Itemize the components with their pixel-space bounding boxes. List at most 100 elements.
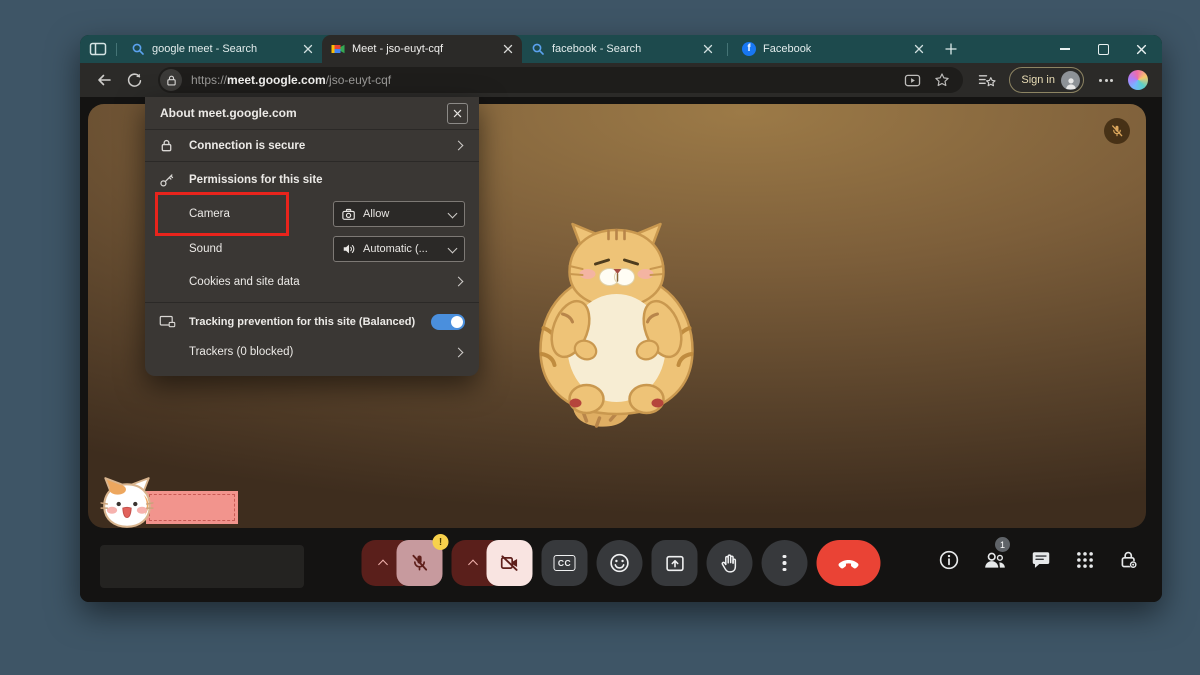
camera-off-icon: [500, 553, 520, 573]
window-controls: [1046, 35, 1160, 63]
popup-close-button[interactable]: [447, 103, 468, 124]
speaker-icon: [342, 242, 356, 256]
more-options-button[interactable]: [762, 540, 808, 586]
tab-close-icon[interactable]: [303, 44, 313, 54]
camera-icon: [342, 208, 356, 221]
sound-permission-value: Automatic (...: [363, 243, 442, 255]
favorites-list-icon[interactable]: [973, 67, 1001, 93]
trackers-row[interactable]: Trackers (0 blocked): [145, 337, 479, 367]
divider: [145, 302, 479, 303]
new-tab-icon[interactable]: [945, 43, 957, 55]
cc-icon: CC: [554, 555, 575, 571]
tab-close-icon[interactable]: [703, 44, 713, 54]
reactions-button[interactable]: [597, 540, 643, 586]
connection-secure-row[interactable]: Connection is secure: [145, 130, 479, 161]
raise-hand-button[interactable]: [707, 540, 753, 586]
smiley-icon: [609, 552, 631, 574]
camera-control-group: [452, 540, 533, 586]
permissions-header-row: Permissions for this site: [145, 165, 479, 195]
camera-permission-value: Allow: [363, 208, 442, 220]
captions-button[interactable]: CC: [542, 540, 588, 586]
tab-meet-active[interactable]: Meet - jso-euyt-cqf: [322, 35, 522, 63]
tracking-toggle[interactable]: [431, 314, 465, 330]
mic-off-icon: [410, 553, 430, 573]
popup-title: About meet.google.com: [160, 106, 297, 120]
tab-title: Meet - jso-euyt-cqf: [352, 43, 496, 55]
site-info-popup: About meet.google.com Connection is secu…: [145, 97, 479, 376]
tab-bar: google meet - Search Meet - jso-euyt-cqf…: [80, 35, 1162, 63]
settings-more-icon[interactable]: [1092, 79, 1120, 82]
copilot-icon[interactable]: [1128, 70, 1148, 90]
cookies-row[interactable]: Cookies and site data: [145, 265, 479, 298]
restore-button[interactable]: [1084, 35, 1122, 63]
chevron-right-icon: [454, 277, 464, 287]
tab-facebook[interactable]: f Facebook: [733, 35, 933, 63]
permissions-header: Permissions for this site: [189, 174, 323, 186]
tracking-prevention-row: Tracking prevention for this site (Balan…: [145, 307, 479, 337]
connection-label: Connection is secure: [189, 140, 305, 152]
chat-icon: [1030, 549, 1052, 571]
address-bar[interactable]: https://meet.google.com/jso-euyt-cqf: [158, 67, 963, 93]
mic-toggle-button[interactable]: !: [397, 540, 443, 586]
sticker-banner: [146, 491, 238, 524]
present-button[interactable]: [652, 540, 698, 586]
chevron-up-icon: [378, 560, 388, 570]
favorite-star-icon[interactable]: [929, 69, 955, 91]
key-icon: [159, 172, 176, 188]
url-text: https://meet.google.com/jso-euyt-cqf: [191, 73, 391, 87]
vertical-dots-icon: [783, 555, 787, 572]
popup-header: About meet.google.com: [145, 97, 479, 129]
search-icon: [531, 42, 545, 56]
search-icon: [131, 42, 145, 56]
tab-separator: [116, 43, 117, 56]
tracking-prevention-icon: [159, 314, 176, 330]
info-icon: [938, 549, 960, 571]
hand-icon: [719, 553, 740, 574]
tab-close-icon[interactable]: [503, 44, 513, 54]
chevron-down-icon: [448, 243, 458, 253]
camera-highlight-annotation: [155, 192, 289, 236]
call-end-icon: [836, 550, 862, 576]
sign-in-button[interactable]: Sign in: [1009, 67, 1084, 93]
present-icon: [664, 553, 685, 574]
chevron-right-icon: [454, 347, 464, 357]
padlock-icon: [159, 138, 176, 153]
close-button[interactable]: [1122, 35, 1160, 63]
trackers-label: Trackers (0 blocked): [189, 346, 293, 358]
sound-permission-dropdown[interactable]: Automatic (...: [333, 236, 465, 262]
chubby-cat-illustration: [530, 216, 705, 428]
chevron-up-icon: [468, 560, 478, 570]
end-call-button[interactable]: [817, 540, 881, 586]
chevron-right-icon: [454, 141, 464, 151]
chat-button[interactable]: [1030, 549, 1052, 571]
host-controls-button[interactable]: [1118, 549, 1140, 571]
mic-warning-badge: !: [433, 534, 449, 550]
sound-permission-row: Sound Automatic (...: [145, 233, 479, 265]
meeting-details-button[interactable]: [938, 549, 960, 571]
tab-close-icon[interactable]: [914, 44, 924, 54]
participants-button[interactable]: 1: [983, 550, 1007, 570]
mic-control-group: !: [362, 540, 443, 586]
meet-right-controls: 1: [938, 549, 1140, 571]
refresh-icon[interactable]: [120, 67, 148, 93]
tab-google-meet-search[interactable]: google meet - Search: [122, 35, 322, 63]
tab-title: facebook - Search: [552, 43, 696, 55]
back-icon[interactable]: [90, 67, 118, 93]
minimize-button[interactable]: [1046, 35, 1084, 63]
browser-toolbar: https://meet.google.com/jso-euyt-cqf Sig…: [80, 63, 1162, 97]
divider: [145, 161, 479, 162]
web-capture-icon[interactable]: [899, 69, 925, 91]
desktop: google meet - Search Meet - jso-euyt-cqf…: [0, 0, 1200, 675]
tracking-label: Tracking prevention for this site (Balan…: [189, 316, 415, 328]
activities-button[interactable]: [1075, 550, 1095, 570]
tab-facebook-search[interactable]: facebook - Search: [522, 35, 722, 63]
camera-toggle-button[interactable]: [487, 540, 533, 586]
tab-actions-icon[interactable]: [89, 41, 107, 57]
grid-icon: [1075, 550, 1095, 570]
cat-name-sticker: [98, 476, 258, 538]
people-icon: [983, 550, 1007, 570]
site-lock-icon[interactable]: [160, 69, 182, 91]
tab-title: google meet - Search: [152, 43, 296, 55]
camera-permission-dropdown[interactable]: Allow: [333, 201, 465, 227]
meet-control-bar: ! CC: [362, 540, 881, 586]
